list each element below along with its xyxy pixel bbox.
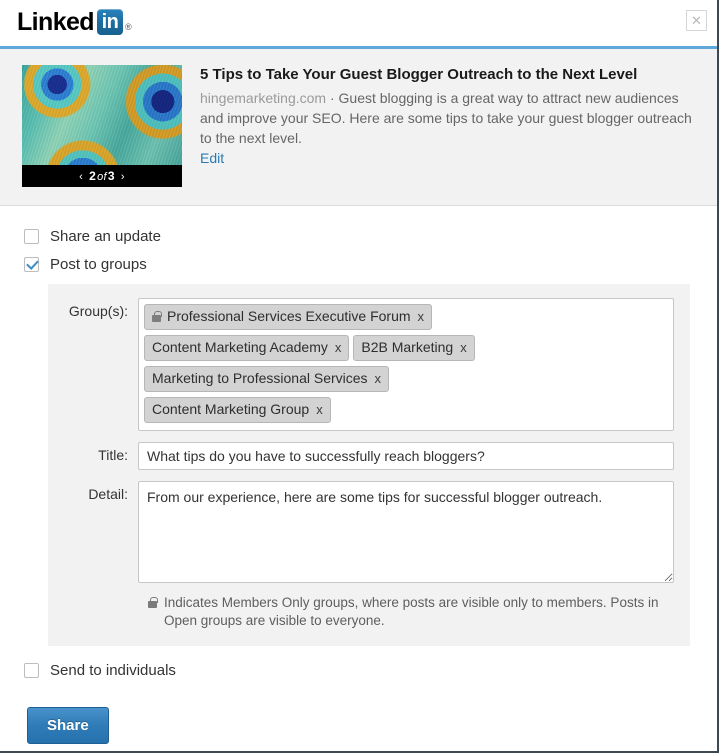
logo-in-text: in bbox=[101, 11, 119, 33]
group-tag[interactable]: B2B Marketing x bbox=[353, 335, 475, 361]
send-individuals-row[interactable]: Send to individuals bbox=[0, 662, 717, 679]
group-tag-label: Marketing to Professional Services bbox=[152, 370, 368, 386]
detail-textarea[interactable]: From our experience, here are some tips … bbox=[138, 481, 674, 583]
share-button[interactable]: Share bbox=[27, 707, 109, 744]
group-tag[interactable]: Content Marketing Group x bbox=[144, 397, 331, 423]
remove-group-icon[interactable]: x bbox=[418, 307, 425, 326]
groups-input[interactable]: Professional Services Executive Forum x Co… bbox=[138, 298, 674, 431]
group-tag-label: B2B Marketing bbox=[361, 339, 454, 355]
remove-group-icon[interactable]: x bbox=[460, 338, 467, 357]
post-to-groups-label: Post to groups bbox=[50, 256, 147, 273]
preview-separator: · bbox=[329, 90, 335, 106]
members-only-hint: Indicates Members Only groups, where pos… bbox=[64, 594, 674, 630]
post-to-groups-checkbox[interactable] bbox=[24, 257, 39, 272]
preview-title: 5 Tips to Take Your Guest Blogger Outrea… bbox=[200, 66, 638, 83]
thumbnail-pager: ‹ 2of3 › bbox=[22, 165, 182, 187]
preview-thumbnail: ‹ 2of3 › bbox=[22, 65, 182, 187]
groups-label: Group(s): bbox=[68, 303, 128, 319]
linkedin-logo: Linked in ® bbox=[17, 9, 132, 35]
preview-content: 5 Tips to Take Your Guest Blogger Outrea… bbox=[182, 65, 699, 187]
group-tag[interactable]: Marketing to Professional Services x bbox=[144, 366, 390, 392]
lock-icon bbox=[152, 311, 162, 322]
dialog-body: Share an update Post to groups Group(s):… bbox=[0, 206, 717, 744]
remove-group-icon[interactable]: x bbox=[316, 400, 323, 419]
group-tag[interactable]: Content Marketing Academy x bbox=[144, 335, 350, 361]
remove-group-icon[interactable]: x bbox=[335, 338, 342, 357]
next-image-button[interactable]: › bbox=[115, 171, 131, 183]
share-update-checkbox[interactable] bbox=[24, 229, 39, 244]
edit-link[interactable]: Edit bbox=[200, 150, 224, 166]
registered-trademark-icon: ® bbox=[124, 22, 132, 32]
close-icon[interactable]: ✕ bbox=[686, 10, 707, 31]
prev-image-button[interactable]: ‹ bbox=[73, 171, 89, 183]
send-individuals-label: Send to individuals bbox=[50, 662, 176, 679]
title-input[interactable] bbox=[138, 442, 674, 470]
group-post-panel: Group(s): Professional Services Executiv… bbox=[48, 284, 690, 646]
group-tag-label: Content Marketing Group bbox=[152, 401, 310, 417]
linkedin-share-dialog: Linked in ® ✕ ‹ 2of3 › 5 Tips to Take Your… bbox=[0, 0, 719, 753]
send-individuals-checkbox[interactable] bbox=[24, 663, 39, 678]
preview-domain: hingemarketing.com bbox=[200, 90, 327, 106]
detail-field-row: Detail: From our experience, here are so… bbox=[64, 481, 674, 583]
members-only-hint-text: Indicates Members Only groups, where pos… bbox=[164, 595, 659, 628]
post-to-groups-row[interactable]: Post to groups bbox=[0, 256, 717, 273]
dialog-header: Linked in ® ✕ bbox=[0, 0, 717, 46]
preview-description: hingemarketing.com · Guest blogging is a… bbox=[200, 88, 699, 148]
group-tag-label: Professional Services Executive Forum bbox=[167, 308, 411, 324]
logo-in-badge: in bbox=[96, 9, 123, 35]
group-tag[interactable]: Professional Services Executive Forum x bbox=[144, 304, 433, 330]
link-preview: ‹ 2of3 › 5 Tips to Take Your Guest Blogger… bbox=[0, 49, 717, 206]
detail-label: Detail: bbox=[88, 486, 128, 502]
groups-field-row: Group(s): Professional Services Executiv… bbox=[64, 298, 674, 431]
logo-wordmark: Linked bbox=[17, 8, 95, 36]
pager-total: 3 bbox=[107, 169, 115, 183]
title-field-row: Title: bbox=[64, 442, 674, 470]
group-tag-label: Content Marketing Academy bbox=[152, 339, 328, 355]
remove-group-icon[interactable]: x bbox=[375, 369, 382, 388]
title-label: Title: bbox=[98, 447, 128, 463]
pager-of: of bbox=[97, 171, 107, 183]
share-update-label: Share an update bbox=[50, 228, 161, 245]
share-update-row[interactable]: Share an update bbox=[0, 228, 717, 245]
lock-icon bbox=[148, 597, 158, 608]
